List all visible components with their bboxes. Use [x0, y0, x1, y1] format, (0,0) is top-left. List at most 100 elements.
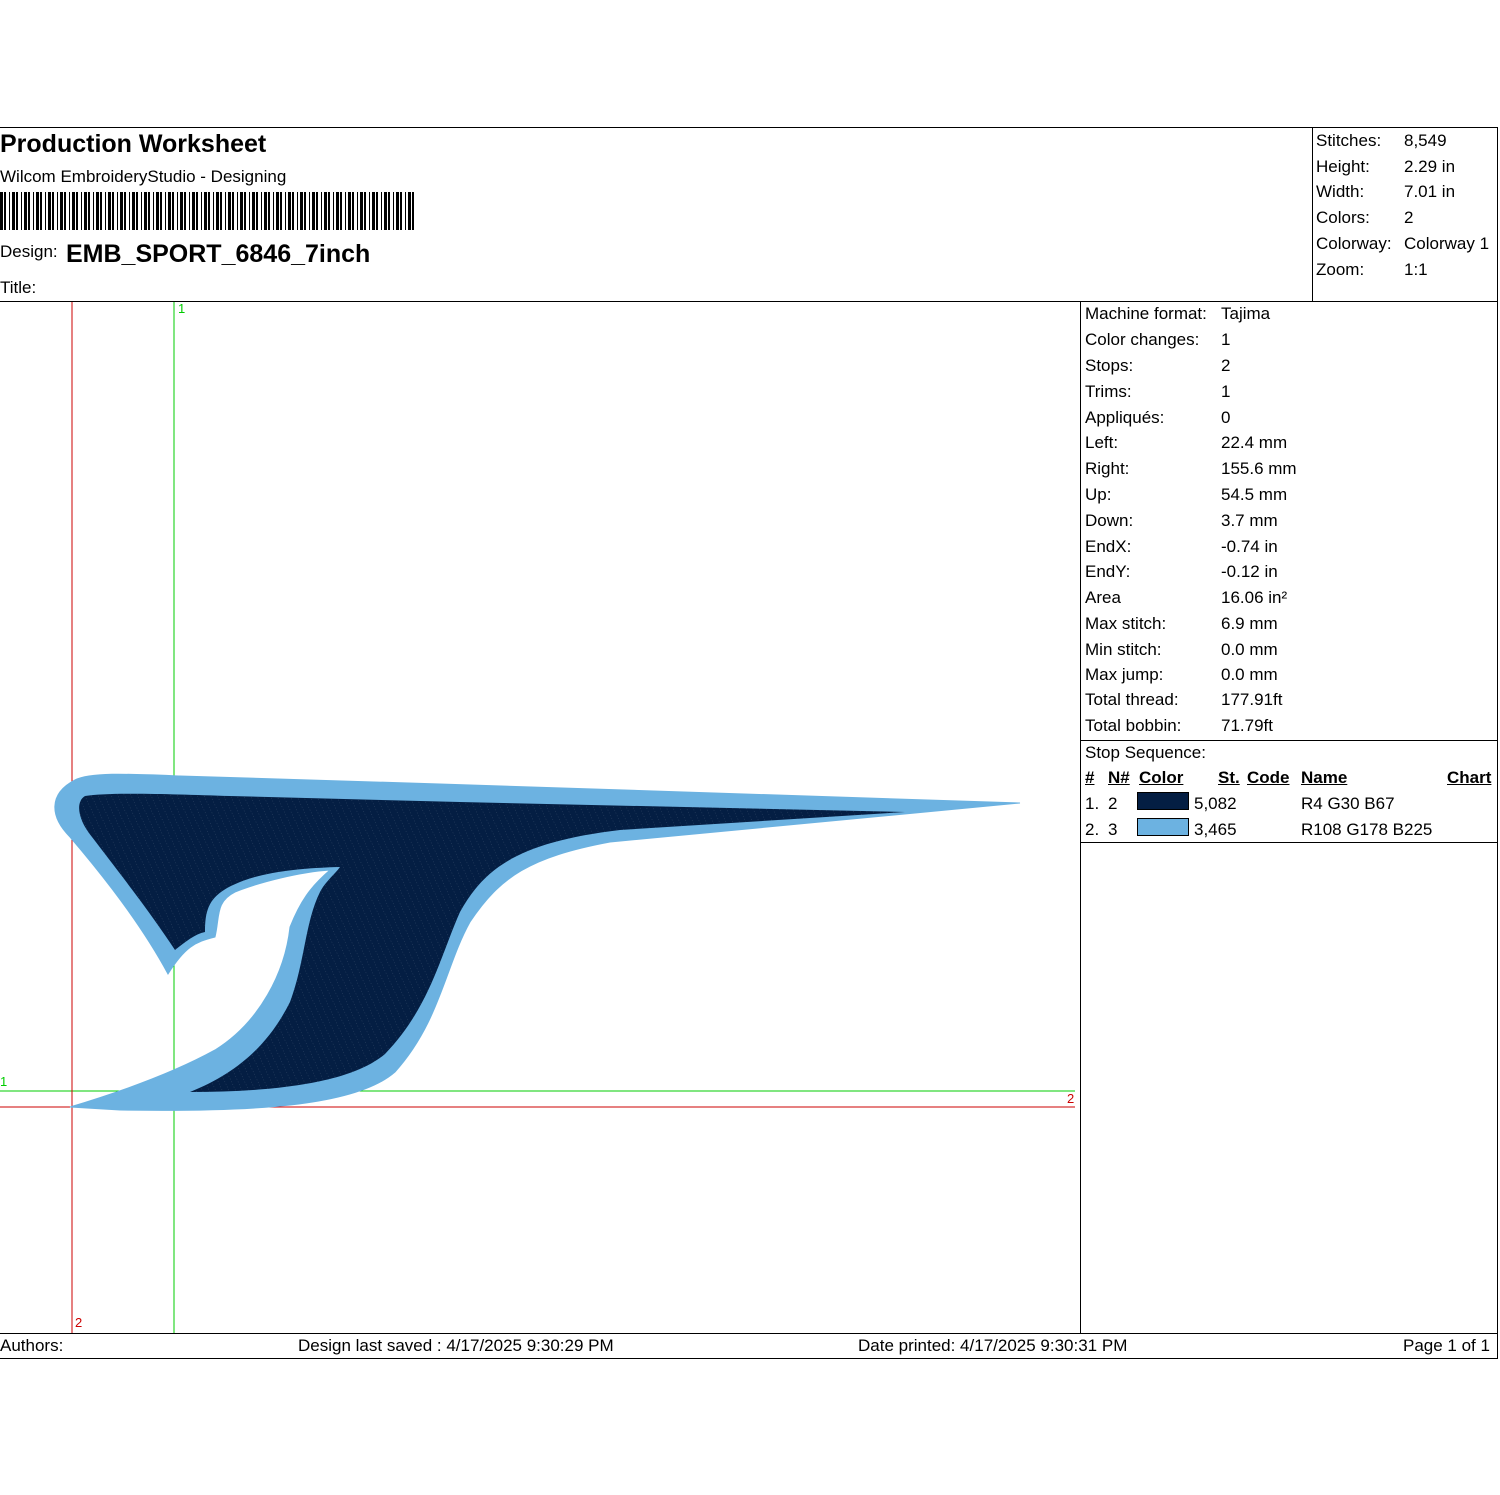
title-label: Title: [0, 278, 37, 297]
stop-sequence-label: Stop Sequence: [1085, 743, 1206, 762]
barcode-bar [357, 192, 358, 230]
header-code: Code [1247, 768, 1290, 787]
barcode-bar [216, 192, 219, 230]
barcode-bar [225, 192, 226, 230]
property-value: 1 [1221, 382, 1231, 401]
barcode-bar [112, 192, 114, 230]
barcode-bar [180, 192, 183, 230]
barcode-bar [268, 192, 270, 230]
barcode-bar [213, 192, 214, 230]
barcode-bar [196, 192, 198, 230]
worksheet-title: Production Worksheet [0, 130, 267, 158]
guide-marker-1: 1 [178, 302, 185, 316]
barcode-bar [384, 192, 387, 230]
software-name: Wilcom EmbroideryStudio - Designing [0, 167, 287, 186]
barcode-bar [408, 192, 411, 230]
barcode-bar [144, 192, 147, 230]
property-label: Down: [1085, 511, 1134, 530]
barcode-bar [16, 192, 18, 230]
summary-label: Colorway: [1316, 234, 1392, 253]
barcode-bar [321, 192, 322, 230]
barcode-bar [148, 192, 150, 230]
property-value: 0.0 mm [1221, 665, 1278, 684]
barcode-bar [72, 192, 75, 230]
property-value: 177.91ft [1221, 690, 1283, 709]
barcode-bar [177, 192, 178, 230]
summary-value: 2.29 in [1404, 157, 1456, 176]
summary-label: Width: [1316, 182, 1365, 201]
summary-value: 8,549 [1404, 131, 1447, 150]
property-value: 0 [1221, 408, 1231, 427]
barcode-bar [285, 192, 286, 230]
barcode-bar [120, 192, 123, 230]
barcode-bar [132, 192, 135, 230]
barcode-bar [208, 192, 210, 230]
summary-value: 7.01 in [1404, 182, 1456, 201]
property-value: 2 [1221, 356, 1231, 375]
barcode-bar [288, 192, 291, 230]
color-swatch [1137, 818, 1189, 836]
barcode-bar [153, 192, 154, 230]
barcode-bar [276, 192, 279, 230]
barcode-bar [165, 192, 166, 230]
barcode-bar [220, 192, 222, 230]
barcode-bar [297, 192, 298, 230]
barcode-bar [64, 192, 66, 230]
barcode-bar [280, 192, 282, 230]
stop-sequence-divider [1080, 740, 1498, 741]
property-label: Max stitch: [1085, 614, 1167, 633]
page-number: Page 1 of 1 [1403, 1336, 1490, 1355]
design-name: EMB_SPORT_6846_7inch [66, 240, 371, 268]
barcode-bar [76, 192, 78, 230]
row-stitches: 3,465 [1194, 820, 1237, 839]
barcode-bar [52, 192, 54, 230]
embroidery-inner-fill [79, 793, 906, 1092]
barcode-bar [292, 192, 294, 230]
property-label: Total bobbin: [1085, 716, 1182, 735]
barcode-bar [172, 192, 174, 230]
barcode-bar [201, 192, 202, 230]
barcode-bar [400, 192, 402, 230]
barcode-bar [24, 192, 27, 230]
header-num: # [1085, 768, 1095, 787]
property-value: 22.4 mm [1221, 433, 1288, 452]
property-value: -0.12 in [1221, 562, 1278, 581]
property-value: 155.6 mm [1221, 459, 1297, 478]
barcode-bar [129, 192, 130, 230]
header-needle: N# [1108, 768, 1130, 787]
summary-value: 1:1 [1404, 260, 1428, 279]
barcode-bar [396, 192, 399, 230]
barcode-bar [273, 192, 274, 230]
barcode-bar [381, 192, 382, 230]
barcode-bar [312, 192, 315, 230]
property-label: Min stitch: [1085, 640, 1162, 659]
summary-label: Stitches: [1316, 131, 1382, 150]
barcode-bar [304, 192, 306, 230]
row-needle: 3 [1108, 820, 1118, 839]
barcode-bar [393, 192, 394, 230]
barcode-bar [156, 192, 159, 230]
barcode-bar [309, 192, 310, 230]
barcode-bar [136, 192, 138, 230]
barcode-bar [376, 192, 378, 230]
guide-marker-1-left: 1 [0, 1074, 7, 1089]
property-label: Total thread: [1085, 690, 1179, 709]
property-label: Machine format: [1085, 304, 1207, 323]
barcode-bar [237, 192, 238, 230]
barcode-bar [184, 192, 186, 230]
property-label: Trims: [1085, 382, 1132, 401]
property-label: Right: [1085, 459, 1130, 478]
property-label: Appliqués: [1085, 408, 1165, 427]
barcode-bar [240, 192, 243, 230]
barcode-bar [93, 192, 94, 230]
barcode-bar [124, 192, 126, 230]
footer-divider [0, 1333, 1498, 1334]
design-canvas: 1 1 2 2 [0, 302, 1075, 1333]
summary-label: Height: [1316, 157, 1370, 176]
table-bottom-divider [1080, 842, 1498, 843]
barcode-bar [352, 192, 354, 230]
property-value: -0.74 in [1221, 537, 1278, 556]
guide-marker-2-right: 2 [1067, 1091, 1074, 1106]
property-label: Color changes: [1085, 330, 1200, 349]
barcode-bar [360, 192, 363, 230]
